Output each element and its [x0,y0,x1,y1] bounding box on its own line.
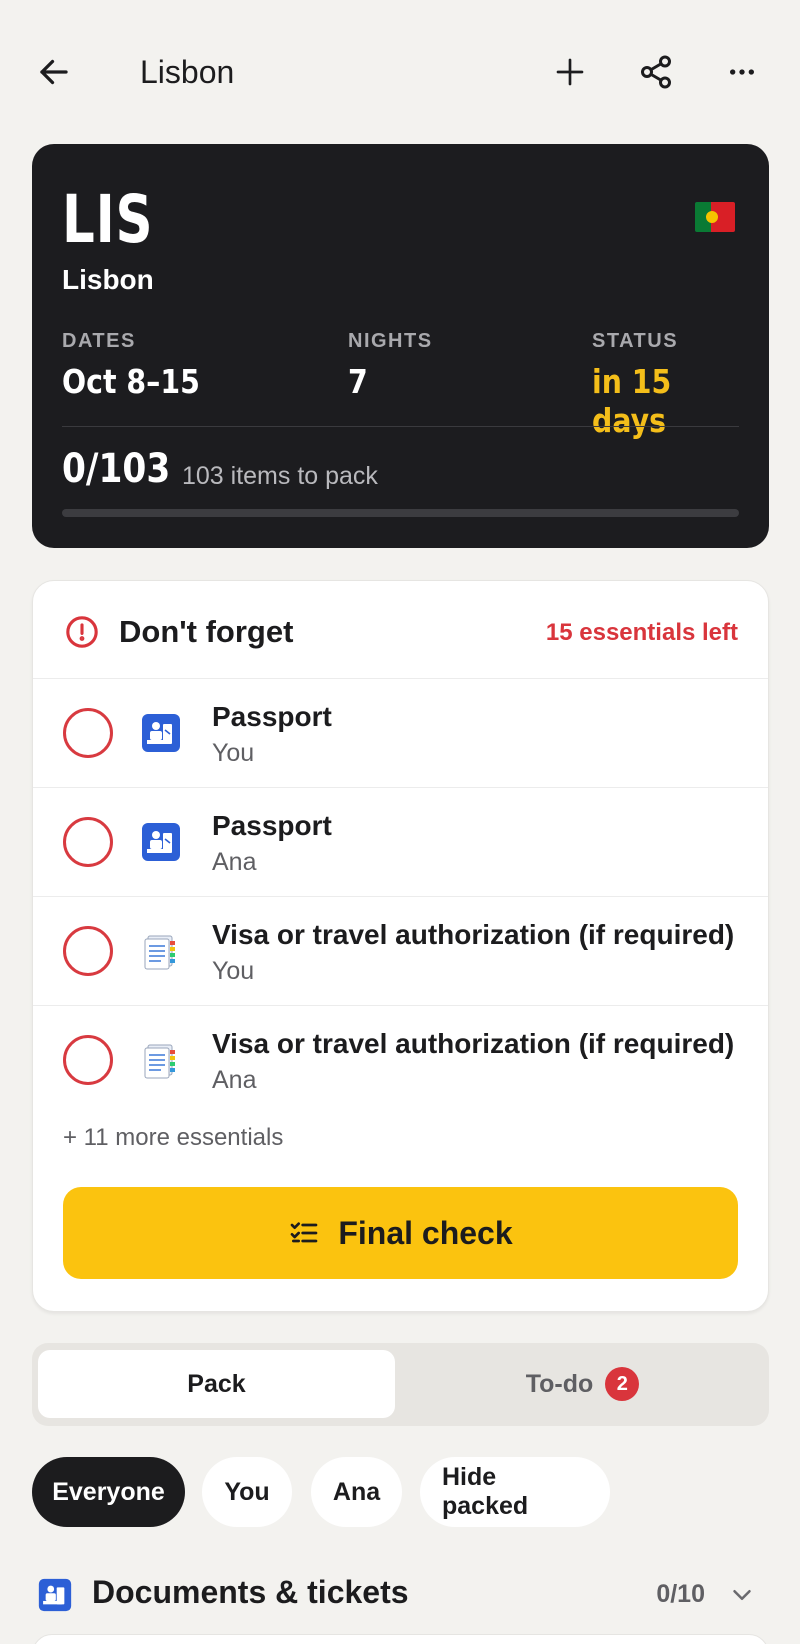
top-app-bar: Lisbon [0,0,800,145]
item-checkbox[interactable] [63,1035,113,1085]
tab-pack[interactable]: Pack [38,1350,395,1418]
back-button[interactable] [32,50,76,94]
dates-label: DATES [62,330,136,352]
essential-item[interactable]: Visa or travel authorization (if require… [33,1006,768,1115]
essentials-left: 15 essentials left [545,619,738,646]
add-button[interactable] [548,50,592,94]
item-name: Visa or travel authorization (if require… [212,919,735,950]
section-count: 0/10 [656,1580,705,1608]
final-check-button[interactable]: Final check [63,1187,738,1279]
nights-value: 7 [348,362,368,401]
filter-chip-everyone[interactable]: Everyone [32,1457,185,1527]
final-check-label: Final check [338,1214,513,1251]
section-title: Documents & tickets [92,1574,409,1610]
share-button[interactable] [634,50,678,94]
item-owner: Ana [212,848,257,876]
item-name: Visa or travel authorization (if require… [212,1028,735,1059]
packing-progress-bar [62,509,739,517]
status-label: STATUS [592,330,679,352]
dont-forget-card: Don't forget 15 essentials left Passport… [32,580,769,1312]
status-value: in 15 days [592,362,672,440]
tab-todo[interactable]: To-do 2 [402,1350,763,1418]
checklist-icon [291,1222,318,1243]
portugal-flag-icon [695,202,735,232]
arrow-left-icon [40,59,68,85]
plus-icon [556,58,584,86]
filter-chip-you[interactable]: You [202,1457,292,1527]
alert-circle-icon [66,616,98,648]
trip-summary-card: LIS Lisbon DATES Oct 8–15 NIGHTS 7 STATU… [32,144,769,548]
packed-subtitle: 103 items to pack [182,462,378,490]
document-icon [144,935,175,970]
item-checkbox[interactable] [63,926,113,976]
more-options-button[interactable] [720,50,764,94]
passport-control-icon [38,1578,72,1612]
card-divider [62,426,739,427]
chevron-down-icon[interactable] [727,1580,757,1610]
item-owner: Ana [212,1066,257,1094]
dont-forget-header: Don't forget 15 essentials left [33,581,768,679]
essential-item[interactable]: Passport Ana [33,788,768,897]
section-header-documents[interactable]: Documents & tickets 0/10 [32,1570,769,1620]
trip-airport-code: LIS [62,181,154,258]
essential-item[interactable]: Passport You [33,679,768,788]
filter-chip-hide-packed[interactable]: Hide packed [420,1457,610,1527]
item-name: Passport [212,701,332,732]
essential-item[interactable]: Visa or travel authorization (if require… [33,897,768,1006]
item-checkbox[interactable] [63,708,113,758]
packed-count: 0/103 [62,446,171,492]
page-title: Lisbon [140,54,235,90]
passport-control-icon [142,823,180,861]
more-essentials-link[interactable]: + 11 more essentials [63,1124,283,1152]
item-owner: You [212,739,255,767]
item-owner: You [212,957,255,985]
item-name: Passport [212,810,332,841]
nights-label: NIGHTS [348,330,433,352]
filter-chip-ana[interactable]: Ana [311,1457,402,1527]
tab-todo-label: To-do [525,1369,594,1398]
item-checkbox[interactable] [63,817,113,867]
passport-control-icon [142,714,180,752]
section-card [32,1634,769,1644]
more-horizontal-icon [730,69,754,75]
todo-count-badge: 2 [605,1367,640,1401]
dont-forget-title: Don't forget [119,614,294,649]
dates-value: Oct 8–15 [62,362,200,401]
share-icon [641,55,671,89]
trip-city: Lisbon [62,264,154,295]
pack-todo-segmented-control: Pack To-do 2 [32,1343,769,1426]
document-icon [144,1044,175,1079]
